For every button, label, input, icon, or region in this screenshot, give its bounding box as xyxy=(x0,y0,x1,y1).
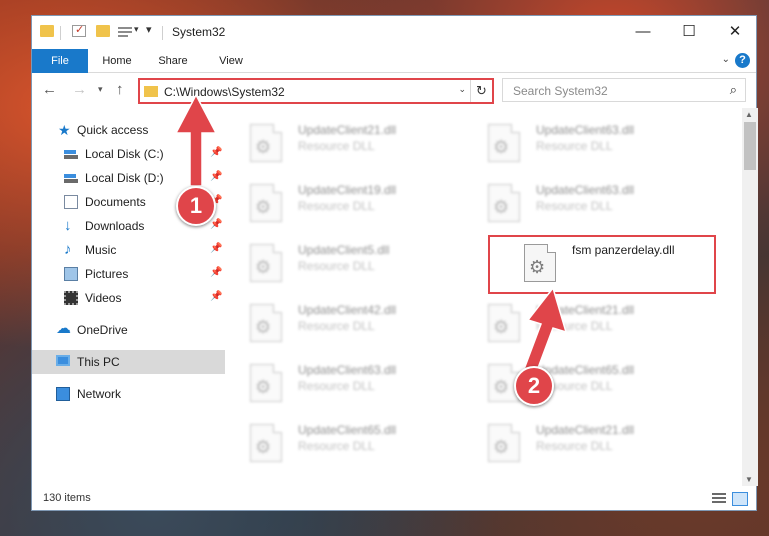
step-1-badge: 1 xyxy=(176,186,216,226)
annotation-arrows xyxy=(174,93,568,377)
step1-arrow xyxy=(174,93,218,187)
step-2-badge: 2 xyxy=(514,366,554,406)
step2-arrow xyxy=(522,286,568,377)
